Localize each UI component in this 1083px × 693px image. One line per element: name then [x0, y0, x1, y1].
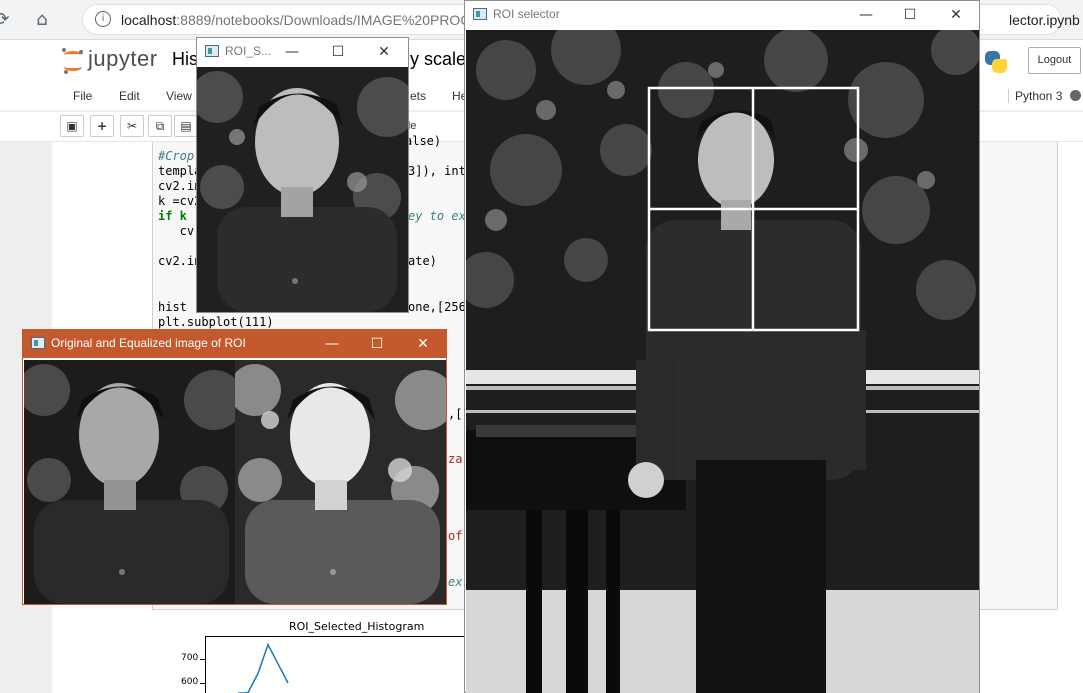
url-text: localhost:8889/notebooks/Downloads/IMAGE… [121, 12, 502, 28]
menu-file[interactable]: File [73, 89, 92, 103]
window-app-icon [205, 45, 219, 57]
maximize-button[interactable]: ☐ [321, 40, 355, 64]
equalized-titlebar[interactable]: Original and Equalized image of ROI — ☐ … [23, 330, 446, 358]
window-app-icon [31, 337, 45, 349]
jupyter-logo-text[interactable]: jupyter [88, 46, 158, 72]
url-tail: lector.ipynb [1009, 12, 1080, 28]
code-line: cv [158, 224, 195, 238]
paste-icon[interactable]: ▤ [174, 115, 198, 137]
url-path: :8889/notebooks/Downloads/IMAGE%20PROCES… [176, 12, 503, 28]
copy-icon[interactable]: ⧉ [148, 115, 172, 137]
code-line: cv2.in [158, 179, 202, 193]
code-line: cv2.in [158, 254, 202, 268]
code-comment: ex [448, 575, 463, 589]
minimize-button[interactable]: — [315, 332, 349, 356]
histogram-line [238, 642, 289, 693]
logout-button[interactable]: Logout [1028, 47, 1081, 74]
reload-icon[interactable]: ⟳ [0, 8, 14, 32]
roi-selector-titlebar[interactable]: ROI selector — ☐ ✕ [465, 1, 979, 29]
python-icon [983, 49, 1009, 75]
code-line: alse) [405, 134, 442, 148]
save-icon[interactable]: ▣ [60, 115, 84, 137]
maximize-button[interactable]: ☐ [360, 332, 394, 356]
code-line: one,[256 [408, 300, 466, 314]
histogram-chart: ROI_Selected_Histogram 700 600 [150, 616, 470, 693]
window-app-icon [473, 8, 487, 20]
code-line: templa [158, 164, 202, 178]
close-button[interactable]: ✕ [939, 3, 973, 27]
minimize-button[interactable]: — [275, 40, 309, 64]
code-line: 3]), int [408, 164, 466, 178]
kernel-name: Python 3 [1008, 89, 1062, 103]
window-title: Original and Equalized image of ROI [51, 336, 246, 350]
roi-selector-photo[interactable] [466, 30, 979, 693]
menu-edit[interactable]: Edit [119, 89, 140, 103]
equalized-roi-photo [235, 360, 446, 604]
kernel-status-icon [1070, 90, 1081, 101]
roi-small-titlebar[interactable]: ROI_S... — ☐ ✕ [197, 38, 408, 66]
code-line: k =cv2 [158, 194, 202, 208]
window-title: ROI selector [493, 7, 560, 21]
roi-selector-window[interactable]: ROI selector — ☐ ✕ [464, 0, 980, 693]
code-line: ate) [408, 254, 437, 268]
menu-view[interactable]: View [166, 89, 192, 103]
close-button[interactable]: ✕ [367, 40, 401, 64]
equalized-window[interactable]: Original and Equalized image of ROI — ☐ … [22, 329, 447, 605]
code-line: ,[ [448, 407, 463, 421]
notebook-title-end[interactable]: y scale [410, 49, 466, 70]
minimize-button[interactable]: — [849, 3, 883, 27]
code-comment: #Crop [158, 149, 195, 163]
close-button[interactable]: ✕ [406, 332, 440, 356]
code-line: hist [158, 300, 187, 314]
code-comment: ey to ex [408, 209, 466, 223]
histogram-series [238, 642, 289, 693]
url-host: localhost [121, 12, 177, 28]
maximize-button[interactable]: ☐ [893, 3, 927, 27]
window-title: ROI_S... [225, 44, 272, 58]
roi-small-window[interactable]: ROI_S... — ☐ ✕ [196, 37, 409, 313]
code-keyword: if k [158, 209, 187, 223]
jupyter-logo-icon[interactable] [62, 48, 84, 74]
plus-icon[interactable]: + [90, 115, 114, 137]
roi-crop-photo [197, 67, 408, 312]
code-line: plt.subplot(111) [158, 315, 274, 329]
info-icon[interactable]: i [95, 11, 111, 27]
menu-widgets[interactable]: ets [410, 89, 426, 103]
original-roi-photo [24, 360, 235, 604]
scissors-icon[interactable]: ✂ [120, 115, 144, 137]
notebook-title[interactable]: His [172, 49, 198, 70]
code-string: za [448, 452, 463, 466]
home-icon[interactable]: ⌂ [30, 8, 54, 32]
code-string: of [448, 529, 463, 543]
